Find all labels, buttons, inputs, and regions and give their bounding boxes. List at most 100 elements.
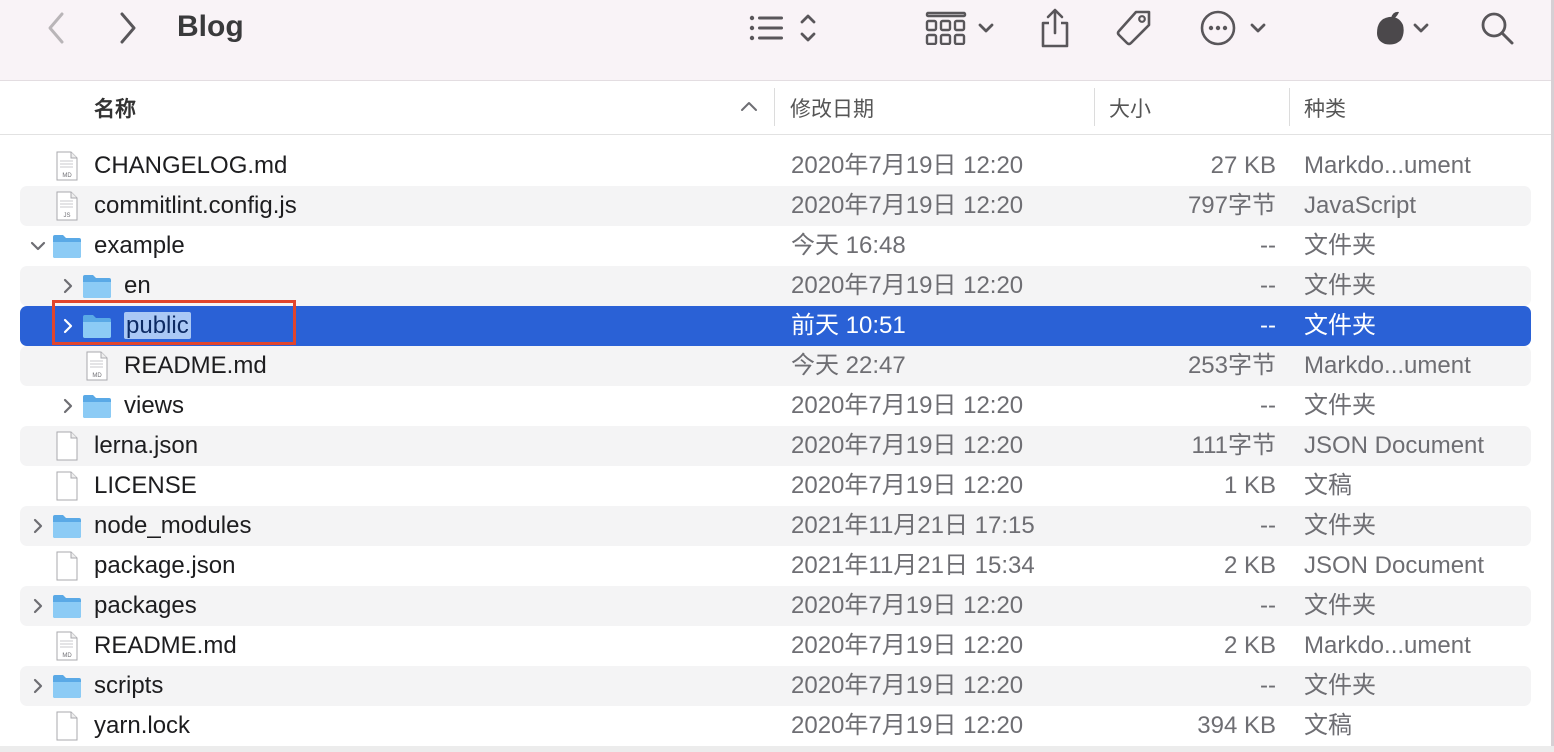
chevron-left-icon — [48, 12, 64, 44]
chevron-right-icon[interactable] — [60, 398, 76, 414]
column-separator[interactable] — [1094, 88, 1095, 126]
chevron-right-icon[interactable] — [60, 278, 76, 294]
file-row[interactable]: lerna.json 2020年7月19日 12:20 111字节 JSON Docu… — [20, 426, 1531, 466]
file-row[interactable]: MD README.md 今天 22:47 253字节 Markdo...ument — [20, 346, 1531, 386]
modified-date: 2020年7月19日 12:20 — [791, 272, 1024, 299]
file-name[interactable]: LICENSE — [94, 466, 197, 506]
file-name[interactable]: example — [94, 226, 185, 266]
modified-date: 2020年7月19日 12:20 — [791, 592, 1024, 619]
file-name[interactable]: scripts — [94, 666, 163, 706]
column-date-header[interactable]: 修改日期 — [790, 93, 874, 123]
file-name[interactable]: README.md — [124, 346, 267, 386]
status-edge — [0, 746, 1554, 752]
file-row[interactable]: package.json 2021年11月21日 15:34 2 KB JSON Do… — [20, 546, 1531, 586]
file-row[interactable]: MD CHANGELOG.md 2020年7月19日 12:20 27 KB Markd… — [20, 146, 1531, 186]
file-kind: 文件夹 — [1304, 272, 1376, 299]
file-size: -- — [1260, 592, 1276, 619]
forward-button[interactable] — [112, 0, 144, 56]
file-size: -- — [1260, 512, 1276, 539]
window-title: Blog — [177, 10, 244, 43]
file-kind: 文件夹 — [1304, 672, 1376, 699]
folder-row[interactable]: node_modules 2021年11月21日 17:15 -- 文件夹 — [20, 506, 1531, 546]
file-name-text: README.md — [94, 632, 237, 659]
chevron-right-icon[interactable] — [30, 598, 46, 614]
modified-date: 前天 10:51 — [791, 312, 906, 339]
share-button[interactable] — [1036, 0, 1074, 56]
file-size: -- — [1260, 392, 1276, 419]
document-icon: MD — [86, 351, 108, 381]
chevron-down-icon[interactable] — [30, 238, 46, 254]
tag-button[interactable] — [1112, 0, 1156, 56]
file-kind: JSON Document — [1304, 552, 1485, 579]
file-name[interactable]: views — [124, 386, 184, 426]
file-name-text: yarn.lock — [94, 712, 191, 739]
file-row[interactable]: MD README.md 2020年7月19日 12:20 2 KB Markdo...… — [20, 626, 1531, 666]
file-name[interactable]: CHANGELOG.md — [94, 146, 287, 186]
file-row[interactable]: yarn.lock 2020年7月19日 12:20 394 KB 文稿 — [20, 706, 1531, 746]
search-button[interactable] — [1478, 0, 1516, 56]
folder-icon — [83, 275, 111, 298]
column-size-header[interactable]: 大小 — [1109, 93, 1151, 123]
modified-date: 2020年7月19日 12:20 — [791, 672, 1024, 699]
folder-row[interactable]: views 2020年7月19日 12:20 -- 文件夹 — [20, 386, 1531, 426]
column-separator[interactable] — [1289, 88, 1290, 126]
file-kind: Markdo...ument — [1304, 352, 1471, 379]
file-name[interactable]: packages — [94, 586, 197, 626]
file-name-text: package.json — [94, 552, 236, 579]
folder-row[interactable]: scripts 2020年7月19日 12:20 -- 文件夹 — [20, 666, 1531, 706]
file-name[interactable]: node_modules — [94, 506, 251, 546]
file-size: 394 KB — [1197, 712, 1276, 739]
file-name[interactable]: lerna.json — [94, 426, 198, 466]
app-extension-button[interactable] — [1370, 0, 1436, 56]
column-separator[interactable] — [774, 88, 775, 126]
search-icon — [1481, 12, 1514, 45]
modified-date: 今天 22:47 — [791, 352, 906, 379]
file-name-text: packages — [94, 592, 197, 619]
share-icon — [1041, 8, 1069, 48]
finder-toolbar: Blog — [0, 0, 1554, 81]
folder-icon — [53, 595, 81, 618]
file-name-text: en — [124, 272, 151, 299]
file-size: 1 KB — [1223, 472, 1276, 499]
file-kind: 文稿 — [1304, 712, 1352, 739]
file-name-text: node_modules — [94, 512, 252, 539]
file-name[interactable]: package.json — [94, 546, 235, 586]
view-options-button[interactable] — [744, 0, 824, 56]
chevron-up-icon[interactable] — [740, 100, 758, 112]
tag-icon — [1116, 10, 1151, 46]
file-kind: JavaScript — [1304, 192, 1417, 219]
ellipsis-circle-icon — [1200, 10, 1266, 46]
modified-date: 2020年7月19日 12:20 — [791, 712, 1024, 739]
file-name-text: README.md — [124, 352, 267, 379]
folder-row[interactable]: packages 2020年7月19日 12:20 -- 文件夹 — [20, 586, 1531, 626]
chevron-right-icon[interactable] — [30, 678, 46, 694]
list-view-icon — [749, 14, 816, 42]
chevron-right-icon[interactable] — [30, 518, 46, 534]
back-button[interactable] — [40, 0, 72, 56]
column-kind-header[interactable]: 种类 — [1304, 93, 1346, 123]
file-name-text: LICENSE — [94, 472, 197, 499]
folder-row[interactable]: example 今天 16:48 -- 文件夹 — [20, 226, 1531, 266]
svg-text:MD: MD — [92, 373, 102, 379]
more-actions-button[interactable] — [1198, 0, 1272, 56]
file-kind: 文件夹 — [1304, 312, 1376, 339]
group-button[interactable] — [922, 0, 998, 56]
file-kind: 文件夹 — [1304, 392, 1376, 419]
document-icon: JS — [56, 191, 78, 221]
column-name-header[interactable]: 名称 — [94, 93, 136, 123]
file-row[interactable]: LICENSE 2020年7月19日 12:20 1 KB 文稿 — [20, 466, 1531, 506]
document-icon — [56, 711, 78, 741]
file-name-text: scripts — [94, 672, 164, 699]
file-kind: 文件夹 — [1304, 232, 1376, 259]
chevron-right-icon — [120, 12, 136, 44]
folder-icon — [53, 515, 81, 538]
column-header: 名称 修改日期 大小 种类 — [0, 81, 1554, 135]
file-kind: 文稿 — [1304, 472, 1352, 499]
file-size: -- — [1260, 232, 1276, 259]
modified-date: 2020年7月19日 12:20 — [791, 432, 1024, 459]
file-name[interactable]: yarn.lock — [94, 706, 190, 746]
file-name[interactable]: commitlint.config.js — [94, 186, 297, 226]
file-row[interactable]: JS commitlint.config.js 2020年7月19日 12:20 79… — [20, 186, 1531, 226]
file-name[interactable]: README.md — [94, 626, 237, 666]
document-icon: MD — [56, 151, 78, 181]
